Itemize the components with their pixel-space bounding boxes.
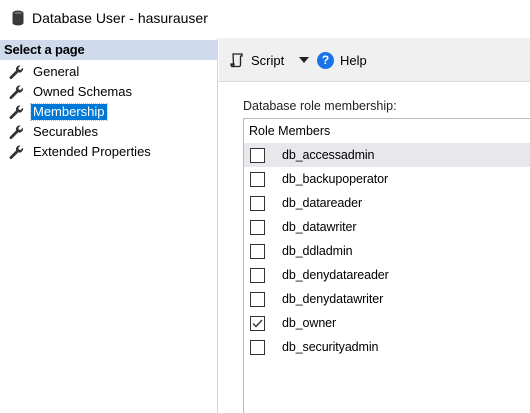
- role-name: db_datawriter: [282, 220, 357, 234]
- role-name: db_denydatareader: [282, 268, 389, 282]
- table-row: db_securityadmin: [244, 335, 530, 359]
- sidebar-item-extended-properties[interactable]: Extended Properties: [0, 142, 218, 162]
- sidebar-item-general[interactable]: General: [0, 62, 218, 82]
- sidebar-item-label: General: [33, 64, 80, 79]
- script-label: Script: [251, 52, 285, 68]
- sidebar-item-label: Membership: [30, 103, 108, 121]
- sidebar-item-owned-schemas[interactable]: Owned Schemas: [0, 82, 218, 102]
- window-title: Database User - hasurauser: [32, 10, 208, 26]
- role-checkbox[interactable]: [250, 291, 265, 307]
- checkmark-icon: [252, 319, 263, 328]
- help-button[interactable]: ? Help: [317, 50, 367, 70]
- table-row: db_datareader: [244, 191, 530, 215]
- table-row: db_denydatareader: [244, 263, 530, 287]
- role-members-list: db_accessadmin db_backupoperator db_data…: [244, 143, 530, 359]
- page-selector-panel: Select a page General Owned Schemas Memb…: [0, 38, 218, 413]
- role-checkbox[interactable]: [250, 171, 265, 187]
- wrench-icon: [9, 125, 24, 140]
- help-icon: ?: [317, 51, 334, 69]
- role-members-grid: Role Members db_accessadmin db_backupope…: [243, 118, 530, 413]
- table-row: db_denydatawriter: [244, 287, 530, 311]
- select-page-header: Select a page: [0, 40, 218, 60]
- table-row: db_owner: [244, 311, 530, 335]
- role-name: db_securityadmin: [282, 340, 379, 354]
- database-icon: [12, 10, 24, 26]
- wrench-icon: [9, 145, 24, 160]
- role-members-column-header: Role Members: [244, 119, 530, 143]
- table-row: db_backupoperator: [244, 167, 530, 191]
- script-dropdown-button[interactable]: [297, 51, 311, 69]
- role-checkbox[interactable]: [250, 315, 265, 331]
- sidebar-item-securables[interactable]: Securables: [0, 122, 218, 142]
- sidebar-item-label: Extended Properties: [33, 144, 151, 159]
- wrench-icon: [9, 105, 24, 120]
- role-checkbox[interactable]: [250, 339, 265, 355]
- wrench-icon: [9, 65, 24, 80]
- toolbar: Script ? Help: [219, 38, 530, 82]
- role-name: db_denydatawriter: [282, 292, 384, 306]
- wrench-icon: [9, 85, 24, 100]
- sidebar-item-membership[interactable]: Membership: [0, 102, 218, 122]
- title-bar: Database User - hasurauser: [0, 0, 530, 36]
- page-list: General Owned Schemas Membership Securab…: [0, 62, 218, 162]
- role-checkbox[interactable]: [250, 147, 265, 163]
- script-button[interactable]: Script: [229, 50, 284, 70]
- help-label: Help: [340, 52, 367, 68]
- role-name: db_accessadmin: [282, 148, 375, 162]
- role-checkbox[interactable]: [250, 219, 265, 235]
- role-name: db_ddladmin: [282, 244, 353, 258]
- role-checkbox[interactable]: [250, 267, 265, 283]
- sidebar-item-label: Owned Schemas: [33, 84, 132, 99]
- dropdown-arrow-icon: [299, 57, 309, 63]
- role-checkbox[interactable]: [250, 243, 265, 259]
- role-name: db_datareader: [282, 196, 363, 210]
- table-row: db_accessadmin: [244, 143, 530, 167]
- table-row: db_ddladmin: [244, 239, 530, 263]
- table-row: db_datawriter: [244, 215, 530, 239]
- script-icon: [230, 53, 243, 68]
- membership-page: Script ? Help Database role membership: …: [219, 38, 530, 413]
- role-name: db_backupoperator: [282, 172, 389, 186]
- role-checkbox[interactable]: [250, 195, 265, 211]
- role-membership-label: Database role membership:: [243, 99, 397, 113]
- role-name: db_owner: [282, 316, 337, 330]
- sidebar-item-label: Securables: [33, 124, 99, 139]
